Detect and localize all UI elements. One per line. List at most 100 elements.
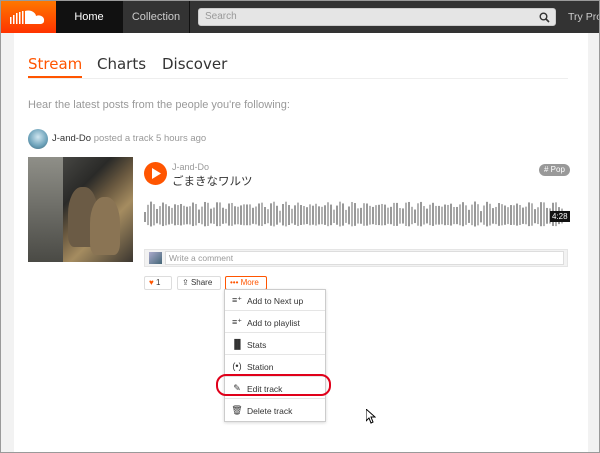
waveform-bar [516,203,518,226]
waveform-bar [372,206,374,225]
artwork-window [28,157,63,262]
waveform-bar [435,205,437,225]
search-input[interactable]: Search [198,8,556,26]
genre-tag[interactable]: # Pop [539,164,570,176]
waveform-bar [171,207,173,224]
waveform-bar [246,204,248,226]
waveform-bar [438,205,440,225]
search-icon[interactable] [539,12,550,23]
play-icon [152,168,161,179]
stats-icon: ▐▌ [231,339,244,349]
waveform-bar [210,208,212,224]
waveform-bar [507,207,509,225]
waveform-bar [354,203,356,226]
waveform-bar [327,202,329,227]
tab-stream[interactable]: Stream [28,55,83,78]
waveform-bar [378,204,380,226]
poster-avatar[interactable] [28,129,48,149]
waveform-bar [366,203,368,226]
waveform-bar [486,201,488,227]
waveform-bar [198,209,200,224]
waveform-bar [165,204,167,226]
more-menu: ≡⁺ Add to Next up ≡⁺ Add to playlist ▐▌ … [224,289,326,422]
menu-item-stats[interactable]: ▐▌ Stats [225,334,325,355]
waveform-bar [420,201,422,227]
waveform-bar [345,209,347,223]
waveform-bar [414,209,416,224]
share-icon: ⇪ [182,278,189,287]
mouse-cursor-icon [366,409,376,424]
tab-charts[interactable]: Charts [97,55,146,73]
edit-track-highlight [216,374,331,396]
waveform-bar [240,205,242,225]
waveform-bar [474,201,476,227]
waveform-bar [462,202,464,227]
waveform-bar [543,202,545,227]
waveform-bar [300,205,302,225]
waveform[interactable] [144,197,569,229]
waveform-bar [519,204,521,226]
track-title[interactable]: ごまきなワルツ [172,173,253,189]
waveform-bar [342,203,344,226]
waveform-bar [405,202,407,227]
try-pro-link[interactable]: Try Pro [568,1,599,33]
waveform-bar [504,205,506,225]
waveform-bar [243,204,245,226]
menu-item-delete-track[interactable]: 🗑 Delete track [225,400,325,421]
waveform-bar [402,208,404,224]
waveform-bar [264,207,266,225]
waveform-bar [447,204,449,226]
waveform-bar [255,206,257,225]
play-button[interactable] [144,162,167,185]
stream-page: Stream Charts Discover Hear the latest p… [14,33,588,452]
waveform-bar [168,206,170,225]
waveform-bar [177,205,179,225]
waveform-bar [159,206,161,225]
waveform-bar [162,202,164,227]
waveform-bar [318,206,320,225]
menu-item-label: Add to Next up [247,296,304,306]
waveform-bar [432,202,434,226]
tab-discover[interactable]: Discover [162,55,227,73]
like-button[interactable]: ♥ 1 [144,276,172,290]
waveform-bar [534,209,536,224]
browser-frame: Home Collection Search Try Pro Stream Ch… [0,0,600,453]
nav-collection[interactable]: Collection [123,1,190,33]
waveform-bar [321,206,323,225]
waveform-bar [489,203,491,226]
waveform-bar [441,206,443,225]
waveform-bar [231,202,233,226]
more-label: More [240,278,259,287]
waveform-bar [417,203,419,226]
waveform-bar [468,209,470,223]
top-navigation-bar: Home Collection Search Try Pro [1,1,599,33]
tabs-divider [28,78,568,79]
more-dots-icon: ••• [230,278,239,287]
soundcloud-cloud-icon [10,10,45,24]
waveform-bar [396,202,398,226]
waveform-bar [408,201,410,227]
waveform-bar [279,210,281,223]
waveform-bar [381,203,383,226]
poster-name[interactable]: J-and-Do [52,133,91,144]
menu-item-add-to-playlist[interactable]: ≡⁺ Add to playlist [225,312,325,333]
waveform-bar [291,208,293,224]
track-uploader[interactable]: J-and-Do [172,162,209,172]
user-avatar [149,252,162,264]
soundcloud-logo[interactable] [1,1,56,33]
nav-home[interactable]: Home [56,1,123,33]
waveform-bar [477,204,479,226]
more-button[interactable]: ••• More [225,276,267,290]
comment-input[interactable]: Write a comment [165,251,564,265]
waveform-bar [348,206,350,225]
post-header: J-and-Do posted a track 5 hours ago [52,133,206,144]
track-artwork[interactable] [28,157,133,262]
waveform-bar [234,206,236,225]
menu-item-add-to-next-up[interactable]: ≡⁺ Add to Next up [225,290,325,311]
waveform-bar [492,208,494,224]
waveform-bar [195,203,197,226]
waveform-bar [399,208,401,224]
share-button[interactable]: ⇪ Share [177,276,221,290]
waveform-bar [222,207,224,224]
waveform-bar [339,201,341,227]
